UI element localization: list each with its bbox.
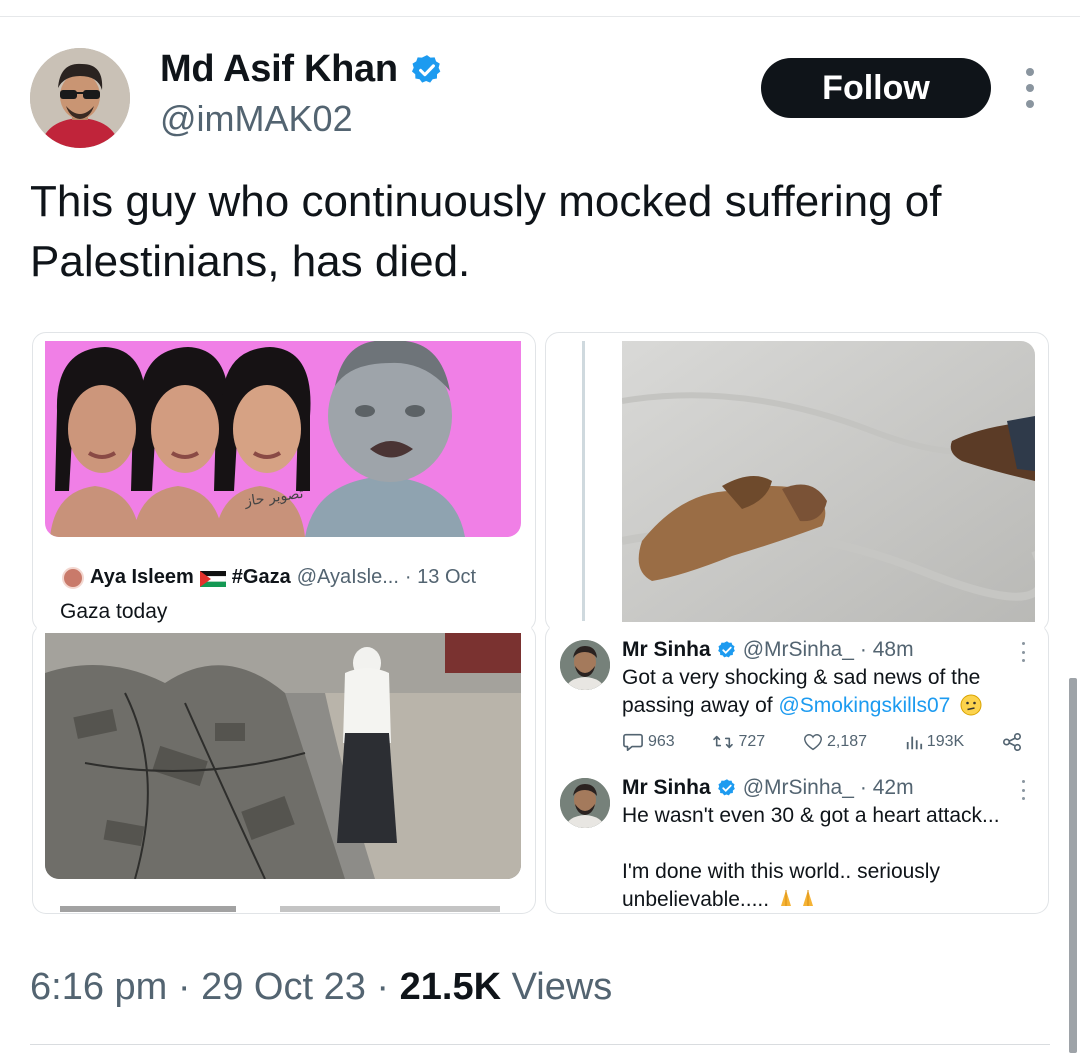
post-date[interactable]: 29 Oct 23 (201, 966, 366, 1008)
reply-2-time[interactable]: · 42m (860, 776, 914, 800)
comment-icon (623, 733, 643, 751)
reply-1-stats: 963 727 2,187 193K (622, 732, 1022, 752)
reply-2-line-1: He wasn't even 30 & got a heart attack..… (622, 804, 1000, 827)
quoted-post-header: Aya Isleem #Gaza @AyaIsle... · 13 Oct (62, 566, 476, 589)
reply-2-line-3-text: unbelievable..... (622, 888, 770, 911)
author-handle[interactable]: @imMAK02 (160, 98, 353, 140)
quoted-author-name[interactable]: Aya Isleem (90, 566, 194, 589)
reply-count[interactable]: 963 (622, 732, 675, 752)
views-label[interactable]: Views (512, 966, 613, 1008)
author-display-name[interactable]: Md Asif Khan (160, 48, 398, 91)
verified-badge-icon[interactable] (410, 53, 444, 87)
share-icon[interactable] (1002, 732, 1022, 752)
scrollbar[interactable] (1069, 678, 1077, 1053)
reply-2-line-3: unbelievable..... (622, 886, 1032, 912)
view-count[interactable]: 193K (905, 733, 964, 751)
tweet-text: This guy who continuously mocked sufferi… (30, 177, 942, 286)
reply-2-handle[interactable]: @MrSinha_ (743, 776, 854, 800)
reply-1-text: Got a very shocking & sad news of the pa… (622, 664, 1022, 724)
quoted-hashtag[interactable]: #Gaza (232, 566, 291, 589)
cropped-source-caption (60, 906, 500, 912)
footer-separator-1: · (177, 966, 191, 1008)
quoted-post-text: Gaza today (60, 600, 168, 623)
quoted-author-avatar[interactable] (62, 566, 84, 589)
thread-connector-line (582, 341, 585, 621)
footer-separator-2: · (376, 966, 390, 1008)
reply-1-avatar[interactable] (560, 640, 610, 690)
quoted-post-date[interactable]: · 13 Oct (405, 566, 476, 589)
verified-badge-icon (717, 641, 735, 658)
repost-count[interactable]: 727 (712, 733, 765, 751)
quoted-post-image[interactable]: تصوير حاز (45, 341, 521, 537)
follow-button[interactable]: Follow (761, 58, 991, 118)
like-count-value: 2,187 (826, 733, 868, 750)
reply-2-name[interactable]: Mr Sinha (622, 776, 711, 800)
views-chart-icon (906, 736, 922, 750)
heart-icon (803, 734, 822, 751)
reply-1-header: Mr Sinha @MrSinha_ · 48m (622, 638, 914, 662)
repost-count-value: 727 (738, 733, 766, 750)
top-right-photo[interactable] (622, 341, 1035, 622)
author-avatar[interactable] (30, 48, 130, 148)
reply-1-mention[interactable]: @Smokingskills07 (778, 694, 950, 717)
verified-badge-icon (717, 779, 735, 796)
reply-2-line-2: I'm done with this world.. seriously (622, 860, 940, 883)
praying-hands-emoji-icon (775, 886, 821, 912)
author-name-row: Md Asif Khan (160, 48, 444, 91)
reply-1-name[interactable]: Mr Sinha (622, 638, 711, 662)
views-count[interactable]: 21.5K (400, 966, 501, 1008)
post-time[interactable]: 6:16 pm (30, 966, 167, 1008)
rubble-photo[interactable] (45, 633, 521, 879)
top-divider (0, 16, 1080, 17)
confused-face-emoji-icon (960, 694, 982, 724)
reply-1-handle[interactable]: @MrSinha_ (743, 638, 854, 662)
reply-count-value: 963 (648, 733, 675, 750)
bottom-divider (30, 1044, 1050, 1045)
like-count[interactable]: 2,187 (803, 733, 867, 751)
more-options-icon[interactable] (1018, 68, 1042, 108)
view-count-value: 193K (926, 733, 965, 750)
reply-1-time[interactable]: · 48m (860, 638, 914, 662)
repost-icon (713, 735, 734, 749)
reply-2-header: Mr Sinha @MrSinha_ · 42m (622, 776, 914, 800)
reply-1-more-icon[interactable] (1022, 642, 1028, 662)
reply-2-avatar[interactable] (560, 778, 610, 828)
palestine-flag-icon (199, 570, 227, 587)
reply-2-more-icon[interactable] (1022, 780, 1028, 800)
tweet-footer: 6:16 pm · 29 Oct 23 · 21.5K Views (30, 966, 612, 1009)
quoted-author-handle[interactable]: @AyaIsle... (297, 566, 399, 589)
